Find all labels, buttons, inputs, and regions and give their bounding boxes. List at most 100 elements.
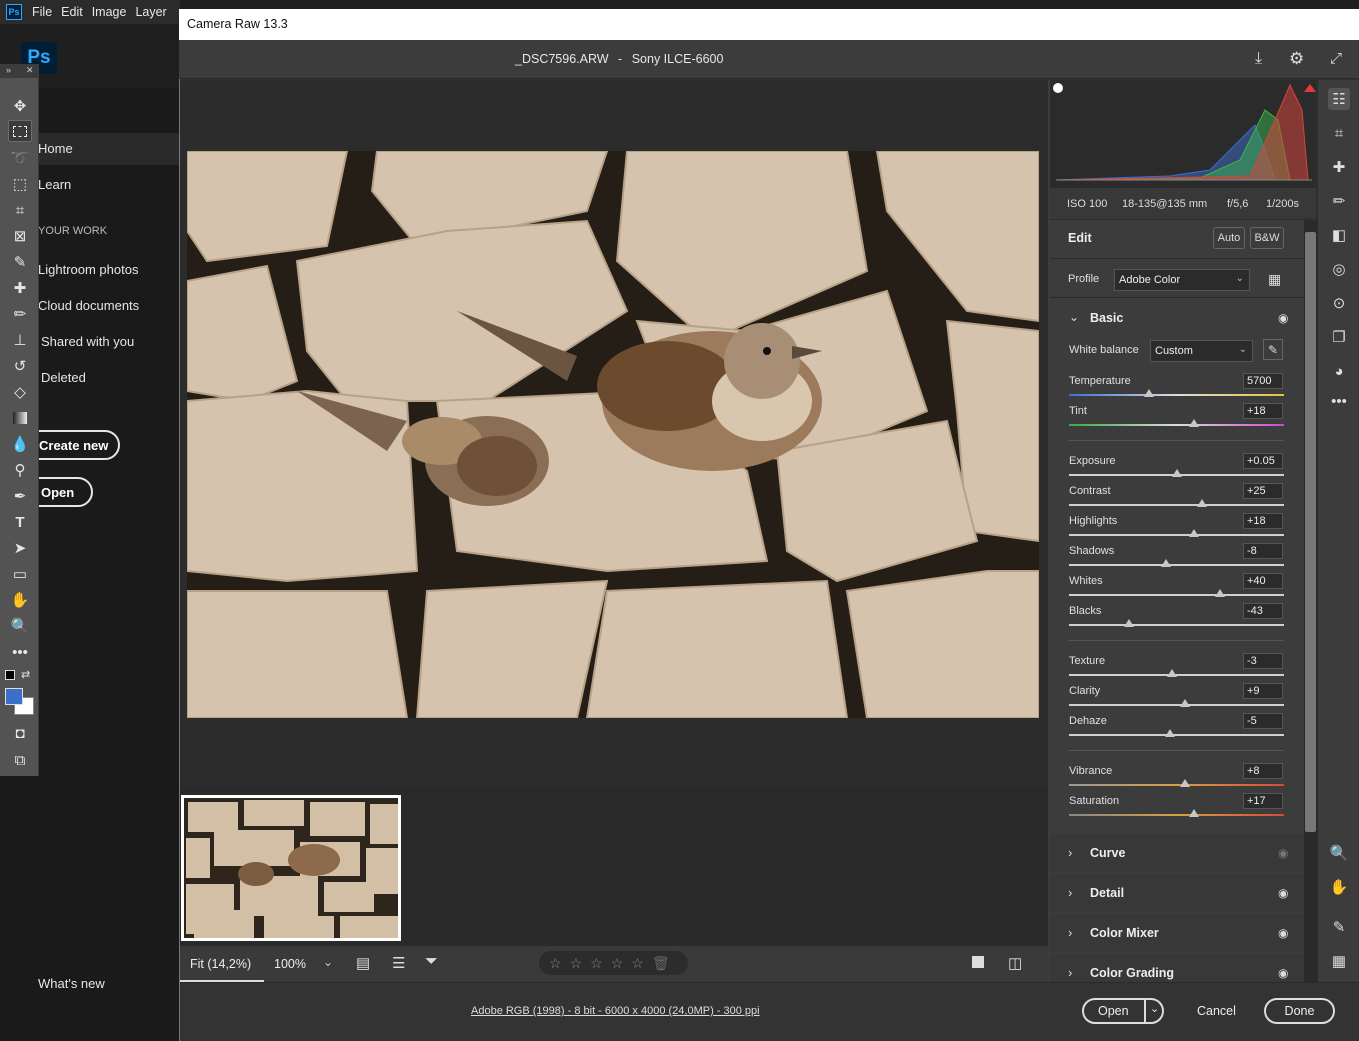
workflow-options-link[interactable]: Adobe RGB (1998) - 8 bit - 6000 x 4000 (… — [471, 1005, 760, 1017]
eye-icon[interactable]: ◉ — [1278, 966, 1288, 980]
hand-tool-icon[interactable]: ✋ — [8, 589, 32, 611]
tint-slider[interactable] — [1069, 424, 1284, 426]
blacks-slider-handle[interactable] — [1124, 619, 1134, 627]
basic-collapse-icon[interactable]: ⌄ — [1069, 310, 1079, 324]
radial-gradient-icon[interactable]: ◎ — [1328, 258, 1350, 280]
highlights-value-field[interactable]: +18 — [1243, 513, 1283, 529]
masking-brush-icon[interactable]: ✏ — [1328, 190, 1350, 212]
frame-tool-icon[interactable]: ⊠ — [8, 225, 32, 247]
profile-dropdown[interactable]: Adobe Color ⌄ — [1114, 269, 1250, 291]
pen-tool-icon[interactable]: ✒ — [8, 485, 32, 507]
before-after-icon[interactable]: ◫ — [1008, 954, 1022, 972]
toolbar-header[interactable]: » ✕ — [0, 64, 39, 78]
filmstrip-thumbnail[interactable] — [181, 795, 401, 941]
whites-slider[interactable] — [1069, 594, 1284, 596]
fullscreen-icon[interactable]: ⤢ — [1330, 50, 1342, 67]
vibrance-slider[interactable] — [1069, 784, 1284, 786]
presets-icon[interactable]: ◕ — [1328, 360, 1350, 382]
dodge-tool-icon[interactable]: ⚲ — [8, 459, 32, 481]
shadows-value-field[interactable]: -8 — [1243, 543, 1283, 559]
profile-browser-icon[interactable]: ▦ — [1268, 271, 1281, 288]
zoom-100-button[interactable]: 100% — [274, 957, 306, 971]
brush-tool-icon[interactable]: ✏ — [8, 303, 32, 325]
nav-lightroom-photos[interactable]: Lightroom photos — [38, 262, 138, 277]
panel-scrollbar-thumb[interactable] — [1305, 232, 1316, 832]
snapshots-icon[interactable]: ❐ — [1328, 326, 1350, 348]
marquee-tool-icon[interactable] — [8, 120, 32, 142]
grid-overlay-icon[interactable]: ▦ — [1328, 950, 1350, 972]
zoom-fit-button[interactable]: Fit (14,2%) — [190, 957, 251, 971]
filmstrip-toggle-icon[interactable]: ▤ — [356, 954, 370, 972]
clone-stamp-tool-icon[interactable]: ⊥ — [8, 329, 32, 351]
move-tool-icon[interactable]: ✥ — [8, 95, 32, 117]
done-button[interactable]: Done — [1264, 998, 1335, 1024]
detail-section[interactable]: › Detail ◉ — [1050, 874, 1304, 912]
collapse-icon[interactable]: » — [6, 65, 11, 75]
clarity-slider[interactable] — [1069, 704, 1284, 706]
wb-eyedropper-icon[interactable]: ✎ — [1263, 339, 1283, 360]
basic-title[interactable]: Basic — [1090, 311, 1123, 325]
vibrance-slider-handle[interactable] — [1180, 779, 1190, 787]
blacks-value-field[interactable]: -43 — [1243, 603, 1283, 619]
linear-gradient-icon[interactable]: ◧ — [1328, 224, 1350, 246]
eye-icon[interactable]: ◉ — [1278, 926, 1288, 940]
screen-mode-icon[interactable]: ⧉ — [8, 749, 32, 771]
nav-cloud-documents[interactable]: Cloud documents — [38, 298, 139, 313]
auto-button[interactable]: Auto — [1213, 227, 1245, 249]
sort-icon[interactable]: ☰ — [392, 954, 405, 972]
swap-colors-icon[interactable]: ⇄ — [21, 668, 30, 681]
healing-icon[interactable]: ✚ — [1328, 156, 1350, 178]
hand-icon[interactable]: ✋ — [1328, 876, 1350, 898]
close-icon[interactable]: ✕ — [26, 65, 34, 76]
basic-visibility-eye-icon[interactable]: ◉ — [1278, 311, 1288, 325]
menu-edit[interactable]: Edit — [61, 5, 83, 19]
open-image-button[interactable]: Open ⌄ — [1082, 998, 1164, 1024]
curve-section[interactable]: › Curve ◉ — [1050, 834, 1304, 872]
temperature-slider[interactable] — [1069, 394, 1284, 396]
type-tool-icon[interactable]: T — [8, 511, 32, 533]
zoom-dropdown-icon[interactable]: ⌄ — [323, 955, 333, 969]
menu-image[interactable]: Image — [92, 5, 127, 19]
exposure-slider-handle[interactable] — [1172, 469, 1182, 477]
saturation-slider-handle[interactable] — [1189, 809, 1199, 817]
vibrance-value-field[interactable]: +8 — [1243, 763, 1283, 779]
whites-value-field[interactable]: +40 — [1243, 573, 1283, 589]
white-balance-dropdown[interactable]: Custom ⌄ — [1150, 340, 1253, 362]
trash-icon[interactable]: 🗑 — [652, 955, 670, 972]
edit-sliders-icon[interactable]: ☷ — [1328, 88, 1350, 110]
temperature-slider-handle[interactable] — [1144, 389, 1154, 397]
lasso-tool-icon[interactable]: ➰ — [8, 147, 32, 169]
quick-mask-icon[interactable]: ◘ — [8, 722, 32, 744]
clarity-value-field[interactable]: +9 — [1243, 683, 1283, 699]
dehaze-slider[interactable] — [1069, 734, 1284, 736]
path-select-tool-icon[interactable]: ➤ — [8, 537, 32, 559]
eraser-tool-icon[interactable]: ◇ — [8, 381, 32, 403]
photo-preview[interactable] — [187, 151, 1039, 718]
star-icon[interactable]: ☆ — [590, 955, 603, 972]
color-mixer-section[interactable]: › Color Mixer ◉ — [1050, 914, 1304, 952]
rectangle-tool-icon[interactable]: ▭ — [8, 563, 32, 585]
dehaze-slider-handle[interactable] — [1165, 729, 1175, 737]
saturation-value-field[interactable]: +17 — [1243, 793, 1283, 809]
gradient-tool-icon[interactable] — [8, 407, 32, 429]
more-tools-icon[interactable]: ••• — [8, 641, 32, 663]
single-view-icon[interactable] — [972, 956, 984, 968]
temperature-value-field[interactable]: 5700 — [1243, 373, 1283, 389]
shadows-slider-handle[interactable] — [1161, 559, 1171, 567]
star-icon[interactable]: ☆ — [631, 955, 644, 972]
texture-value-field[interactable]: -3 — [1243, 653, 1283, 669]
nav-learn[interactable]: Learn — [38, 177, 71, 192]
star-rating[interactable]: ☆ ☆ ☆ ☆ ☆ 🗑 — [539, 951, 688, 975]
open-options-chevron-icon[interactable]: ⌄ — [1150, 1002, 1159, 1015]
crop-tool-icon[interactable]: ⌗ — [8, 199, 32, 221]
more-options-icon[interactable]: ••• — [1328, 390, 1350, 412]
default-colors-icon[interactable] — [5, 670, 15, 680]
contrast-slider[interactable] — [1069, 504, 1284, 506]
bw-button[interactable]: B&W — [1250, 227, 1284, 249]
blacks-slider[interactable] — [1069, 624, 1284, 626]
zoom-tool-icon[interactable]: 🔍 — [8, 615, 32, 637]
clarity-slider-handle[interactable] — [1180, 699, 1190, 707]
eyedropper-tool-icon[interactable]: ✎ — [8, 251, 32, 273]
foreground-color-swatch[interactable] — [5, 688, 23, 705]
nav-home[interactable]: Home — [38, 141, 73, 156]
